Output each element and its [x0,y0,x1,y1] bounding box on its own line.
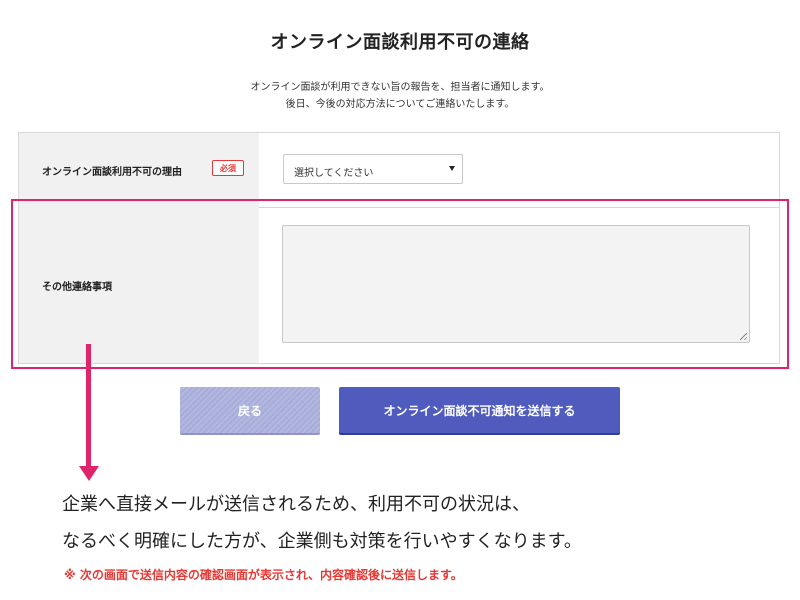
send-notification-button[interactable]: オンライン面談不可通知を送信する [339,387,620,433]
chevron-down-icon [449,166,455,171]
form-row-reason: オンライン面談利用不可の理由 必須 選択してください [19,133,779,208]
reason-label: オンライン面談利用不可の理由 [42,167,182,178]
description-line-2: 後日、今後の対応方法についてご連絡いたします。 [285,99,515,110]
description-line-1: オンライン面談が利用できない旨の報告を、担当者に通知します。 [250,82,550,93]
reason-select[interactable]: 選択してください [283,154,463,184]
arrow-down-icon [86,344,91,470]
reason-select-value: 選択してください [294,168,374,179]
label-cell-reason: オンライン面談利用不可の理由 必須 [19,133,259,207]
annotation-line-2: なるべく明確にした方が、企業側も対策を行いやすくなります。 [62,531,582,552]
arrow-head-icon [79,466,99,481]
back-button[interactable]: 戻る [180,387,320,433]
highlight-frame [11,199,789,369]
required-badge: 必須 [212,160,244,176]
annotation-note: ※ 次の画面で送信内容の確認画面が表示され、内容確認後に送信します。 [64,568,463,582]
annotation-line-1: 企業へ直接メールが送信されるため、利用不可の状況は、 [62,494,530,515]
page-title: オンライン面談利用不可の連絡 [270,32,530,53]
